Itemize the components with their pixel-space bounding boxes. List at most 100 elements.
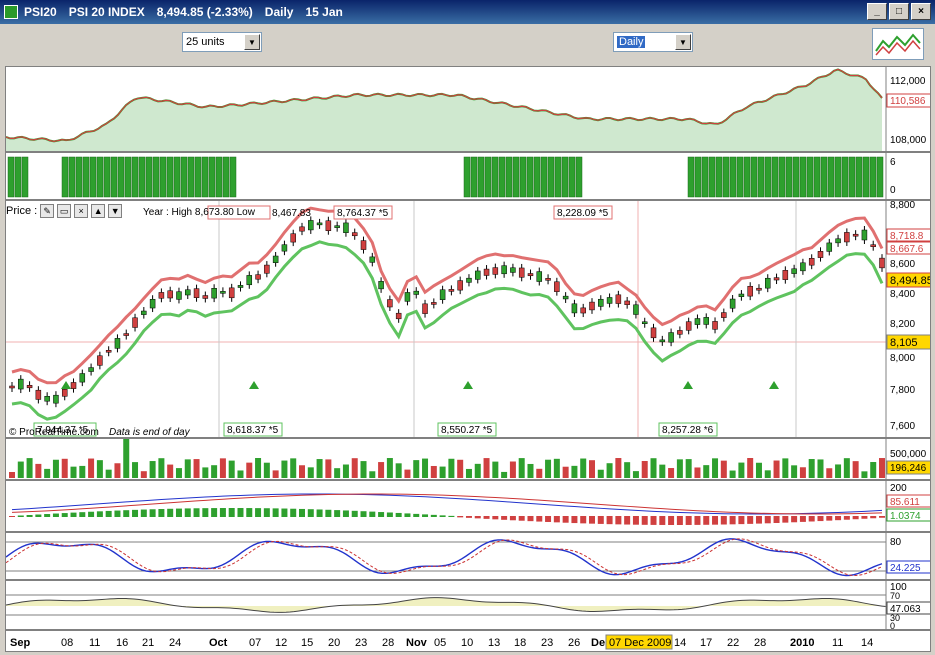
macd-value-1: 85.611 — [890, 497, 920, 508]
rsi-tick-0: 0 — [890, 621, 895, 630]
arrow-up-icon[interactable]: ▲ — [91, 204, 106, 218]
stoch-tick-top: 80 — [890, 537, 902, 548]
buy-arrow-icon — [249, 381, 259, 389]
candle-body — [738, 293, 745, 297]
app-icon — [4, 5, 18, 19]
candle-body — [668, 332, 674, 343]
candle-body — [773, 277, 780, 281]
volume-bar — [562, 466, 569, 478]
minimize-button[interactable]: _ — [867, 3, 887, 20]
macd-histogram-bar — [52, 513, 59, 517]
buy-arrow-icon — [683, 381, 693, 389]
top-indicator-panel: 112,000 110,586 108,000 — [5, 66, 931, 152]
candle-body — [404, 292, 411, 302]
candle-body — [615, 294, 622, 304]
chevron-down-icon[interactable]: ▼ — [244, 34, 260, 50]
macd-histogram-bar — [703, 516, 710, 525]
price-chart-panel: 8,800 8,600 8,400 8,200 8,000 7,800 7,600 8,71… — [5, 200, 931, 438]
support-box-2: 8,618.37 *5 — [227, 425, 279, 436]
macd-histogram-bar — [492, 516, 499, 520]
volume-bar — [659, 464, 666, 478]
rsi-tick-70: 70 — [890, 591, 900, 601]
wrench-icon[interactable]: ✎ — [40, 204, 55, 218]
volume-bar — [132, 462, 139, 478]
macd-histogram-bar — [334, 510, 341, 517]
volume-bar — [501, 471, 508, 478]
macd-histogram-bar — [773, 516, 780, 523]
macd-histogram-bar — [439, 515, 446, 517]
support-box-3: 8,550.27 *5 — [441, 425, 493, 436]
candle-body — [641, 321, 648, 325]
signal-bar — [82, 156, 90, 198]
price-tick: 7,800 — [890, 385, 915, 396]
volume-bar — [755, 462, 762, 478]
units-select[interactable]: 25 units ▼ — [182, 32, 262, 52]
top-tick-3: 108,000 — [890, 135, 927, 146]
current-price-label: 8,494.85 — [890, 275, 931, 287]
x-axis-label: 28 — [382, 637, 394, 649]
candle-body — [677, 330, 683, 335]
candle-body — [413, 290, 419, 295]
volume-bar — [465, 468, 472, 478]
window-titlebar: PSI20 PSI 20 INDEX 8,494.85 (-2.33%) Dai… — [0, 0, 935, 24]
signal-bar — [463, 156, 471, 198]
signal-bar — [820, 156, 828, 198]
macd-histogram-bar — [764, 516, 771, 524]
x-axis-label: 10 — [461, 637, 473, 649]
volume-bar — [61, 458, 68, 478]
close-button[interactable]: × — [911, 3, 931, 20]
price-tick: 8,800 — [890, 201, 915, 211]
macd-histogram-bar — [808, 516, 815, 522]
volume-bar — [826, 468, 833, 478]
macd-histogram-bar — [571, 516, 578, 524]
volume-bar — [676, 459, 683, 478]
candle-body — [650, 327, 657, 339]
volume-bar — [263, 462, 270, 478]
volume-bar — [316, 459, 323, 478]
volume-bar — [703, 465, 710, 478]
candle-body — [492, 267, 499, 275]
signal-bar — [505, 156, 513, 198]
macd-histogram-bar — [448, 515, 455, 517]
volume-panel: 500,000 196,246 — [5, 438, 931, 480]
volume-bar — [474, 463, 481, 478]
macd-histogram-bar — [536, 516, 543, 522]
macd-histogram-bar — [105, 510, 112, 517]
x-axis-label: De — [591, 637, 605, 649]
chevron-down-icon[interactable]: ▼ — [675, 34, 691, 50]
candle-body — [659, 339, 666, 343]
window-icon[interactable]: ▭ — [57, 204, 72, 218]
volume-bar — [545, 459, 552, 478]
signal-bar — [533, 156, 541, 198]
period-select[interactable]: Daily ▼ — [613, 32, 693, 52]
volume-bar — [378, 462, 385, 478]
candle-body — [861, 229, 868, 241]
price-tick: 8,000 — [890, 353, 915, 364]
signal-bar — [470, 156, 478, 198]
x-axis-label: 16 — [116, 637, 128, 649]
volume-bar — [571, 465, 578, 478]
signal-bar — [876, 156, 884, 198]
volume-bar — [606, 463, 613, 478]
volume-bar — [228, 460, 235, 478]
signal-bar — [540, 156, 548, 198]
maximize-button[interactable]: □ — [889, 3, 909, 20]
arrow-down-icon[interactable]: ▼ — [108, 204, 123, 218]
macd-histogram-bar — [720, 516, 727, 525]
signal-bar — [554, 156, 562, 198]
candle-body — [18, 378, 24, 390]
macd-histogram-bar — [755, 516, 762, 524]
signal-bar — [799, 156, 807, 198]
stoch-current: 24.225 — [890, 563, 921, 574]
candle-body — [475, 270, 481, 280]
signal-bar — [145, 156, 153, 198]
macd-histogram-bar — [650, 516, 657, 525]
volume-bar — [404, 469, 411, 478]
close-icon[interactable]: × — [74, 204, 89, 218]
macd-histogram-bar — [395, 512, 402, 517]
volume-bar — [624, 462, 631, 478]
candle-body — [325, 220, 332, 231]
macd-histogram-bar — [870, 516, 877, 519]
chart-style-icon[interactable] — [872, 28, 924, 60]
candle-body — [808, 258, 815, 266]
